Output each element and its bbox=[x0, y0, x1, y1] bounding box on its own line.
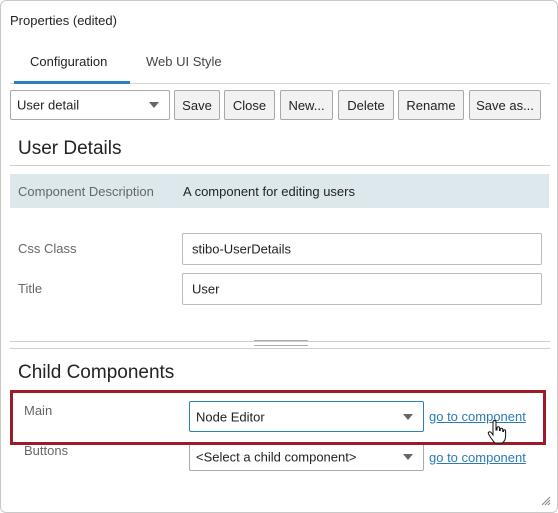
preset-select[interactable]: User detail bbox=[10, 90, 170, 120]
user-details-heading: User Details bbox=[18, 138, 122, 159]
chevron-down-icon bbox=[149, 102, 159, 108]
hand-pointer-icon bbox=[487, 420, 507, 444]
title-value: User bbox=[192, 281, 220, 297]
splitter-handle[interactable] bbox=[254, 340, 308, 346]
css-class-label: Css Class bbox=[18, 241, 77, 256]
section-divider-lower bbox=[10, 348, 550, 349]
save-button[interactable]: Save bbox=[174, 90, 220, 120]
new-button[interactable]: New... bbox=[280, 90, 333, 120]
buttons-go-to-component-link[interactable]: go to component bbox=[429, 450, 526, 465]
preset-select-value: User detail bbox=[17, 97, 80, 113]
delete-button[interactable]: Delete bbox=[338, 90, 394, 120]
save-as-button[interactable]: Save as... bbox=[469, 90, 541, 120]
buttons-child-value: <Select a child component> bbox=[196, 449, 357, 465]
active-tab-indicator bbox=[14, 81, 130, 84]
css-class-value: stibo-UserDetails bbox=[192, 241, 291, 257]
description-value: A component for editing users bbox=[183, 184, 355, 199]
buttons-child-select[interactable]: <Select a child component> bbox=[189, 443, 424, 471]
chevron-down-icon bbox=[403, 454, 413, 460]
resize-grip-icon[interactable] bbox=[539, 494, 551, 506]
close-button[interactable]: Close bbox=[224, 90, 275, 120]
child-components-heading: Child Components bbox=[18, 362, 175, 383]
title-label: Title bbox=[18, 281, 43, 296]
css-class-field[interactable]: stibo-UserDetails bbox=[182, 233, 542, 265]
description-label: Component Description bbox=[18, 184, 154, 199]
properties-panel: Properties (edited) Configuration Web UI… bbox=[0, 0, 558, 513]
title-field[interactable]: User bbox=[182, 273, 542, 305]
rename-button[interactable]: Rename bbox=[398, 90, 464, 120]
section-divider bbox=[10, 165, 550, 166]
tab-web-ui-style[interactable]: Web UI Style bbox=[146, 54, 222, 69]
window-title: Properties (edited) bbox=[10, 13, 117, 28]
buttons-label: Buttons bbox=[24, 443, 69, 458]
highlight-box bbox=[10, 390, 546, 445]
tab-configuration[interactable]: Configuration bbox=[30, 54, 107, 69]
